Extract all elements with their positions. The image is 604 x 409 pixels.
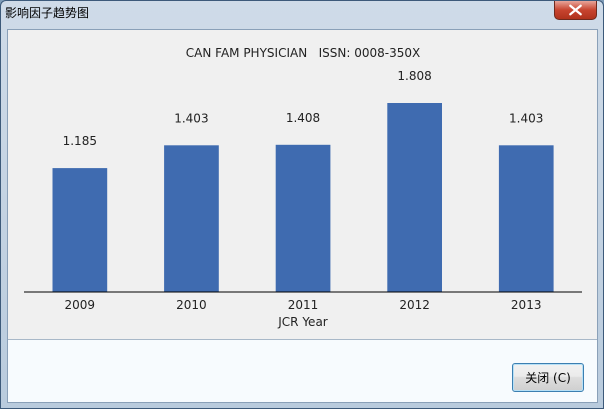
close-dialog-button-label: 关闭 (C) <box>525 371 571 385</box>
title-bar[interactable]: 影响因子趋势图 <box>1 1 603 23</box>
bar-2013 <box>498 145 554 292</box>
dialog-client-area: CAN FAM PHYSICIAN ISSN: 0008-350X 1.185 2… <box>7 29 598 403</box>
data-label-2011: 1.408 <box>286 111 320 125</box>
window-close-button[interactable] <box>554 1 597 20</box>
data-label-2009: 1.185 <box>63 134 97 148</box>
x-tick-label-2009: 2009 <box>65 298 96 312</box>
x-tick-label-2010: 2010 <box>176 298 207 312</box>
bars-group: 1.185 2009 1.403 2010 1.408 2011 1.808 2012 1.40… <box>52 69 554 312</box>
impact-factor-chart: CAN FAM PHYSICIAN ISSN: 0008-350X 1.185 2… <box>24 46 582 329</box>
x-tick-label-2012: 2012 <box>399 298 430 312</box>
close-x-icon <box>569 4 582 16</box>
dialog-window: 影响因子趋势图 CAN FAM PHYSICIAN ISSN: 0008-350… <box>0 0 604 409</box>
bar-2011 <box>275 144 331 292</box>
x-tick-label-2013: 2013 <box>511 298 542 312</box>
data-label-2012: 1.808 <box>397 69 431 83</box>
close-dialog-button[interactable]: 关闭 (C) <box>512 363 584 392</box>
bar-2009 <box>52 168 108 292</box>
bar-2012 <box>387 103 442 292</box>
chart-title: CAN FAM PHYSICIAN ISSN: 0008-350X <box>186 46 420 60</box>
bar-2010 <box>164 145 219 292</box>
chart-area: CAN FAM PHYSICIAN ISSN: 0008-350X 1.185 2… <box>8 30 597 339</box>
x-tick-label-2011: 2011 <box>288 298 319 312</box>
dialog-footer: 关闭 (C) <box>8 339 597 402</box>
data-label-2010: 1.403 <box>174 111 208 125</box>
window-title: 影响因子趋势图 <box>5 6 90 20</box>
data-label-2013: 1.403 <box>509 111 543 125</box>
x-axis-label: JCR Year <box>277 315 328 329</box>
